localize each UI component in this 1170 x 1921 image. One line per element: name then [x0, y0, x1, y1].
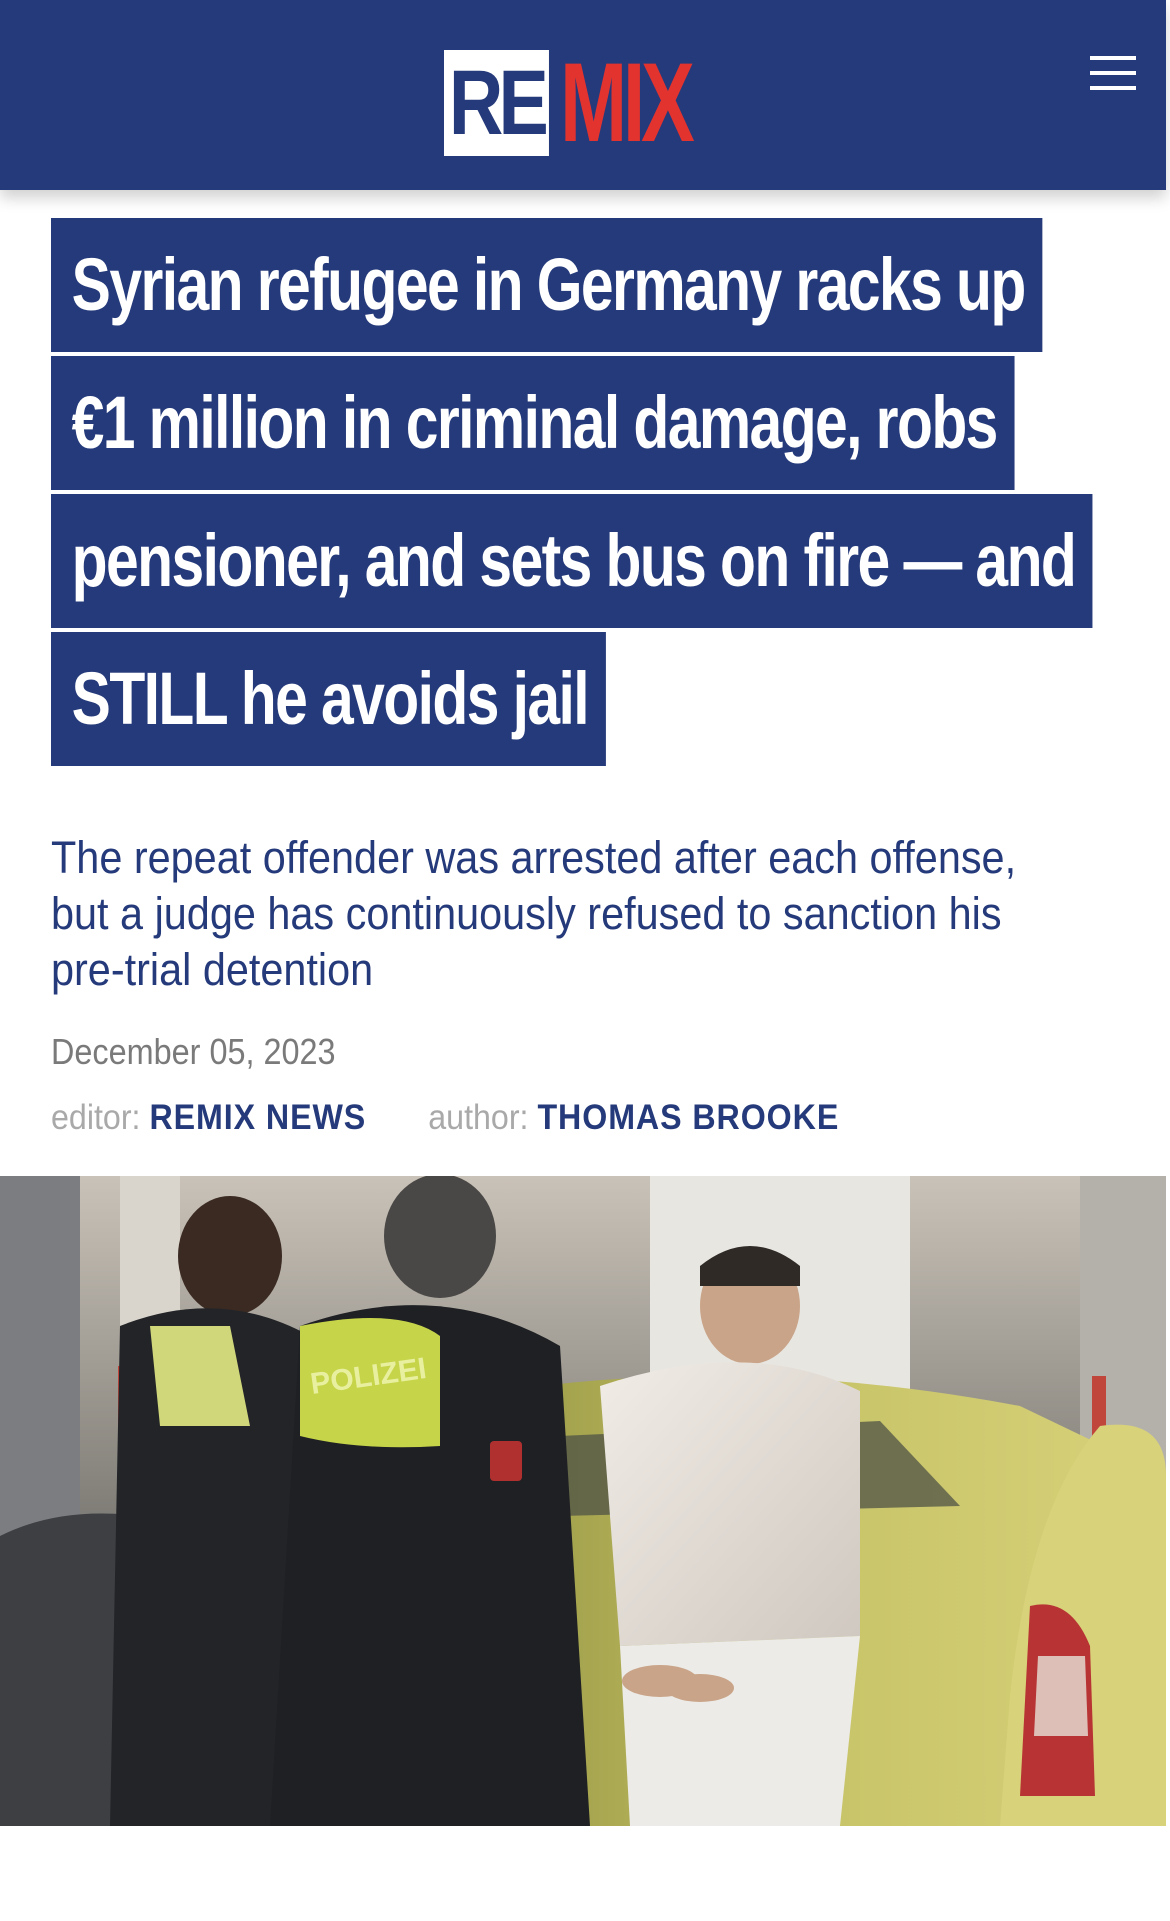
author-label: author:	[428, 1098, 529, 1137]
headline-line: pensioner, and sets bus on fire — and	[51, 494, 1093, 628]
logo-re-text: RE	[444, 50, 549, 156]
article-photo: POLIZEI	[0, 1176, 1166, 1826]
article-credits: editor: REMIX NEWS author: THOMAS BROOKE	[51, 1096, 839, 1140]
logo-mix-text: MIX	[559, 40, 695, 165]
article-subtitle: The repeat offender was arrested after e…	[51, 832, 1017, 995]
headline-line: €1 million in criminal damage, robs	[51, 356, 1015, 490]
remix-logo[interactable]: RE MIX	[444, 47, 695, 159]
site-header: RE MIX	[0, 0, 1166, 190]
article-date: December 05, 2023	[51, 1031, 336, 1072]
arrest-scene-image: POLIZEI	[0, 1176, 1166, 1826]
article-headline: Syrian refugee in Germany racks up €1 mi…	[51, 218, 1111, 770]
headline-line: STILL he avoids jail	[51, 632, 606, 766]
editor-name-link[interactable]: REMIX NEWS	[149, 1098, 366, 1137]
headline-line: Syrian refugee in Germany racks up	[51, 218, 1043, 352]
author-name-link[interactable]: THOMAS BROOKE	[537, 1098, 839, 1137]
editor-label: editor:	[51, 1098, 141, 1137]
hamburger-menu-icon[interactable]	[1090, 56, 1138, 92]
